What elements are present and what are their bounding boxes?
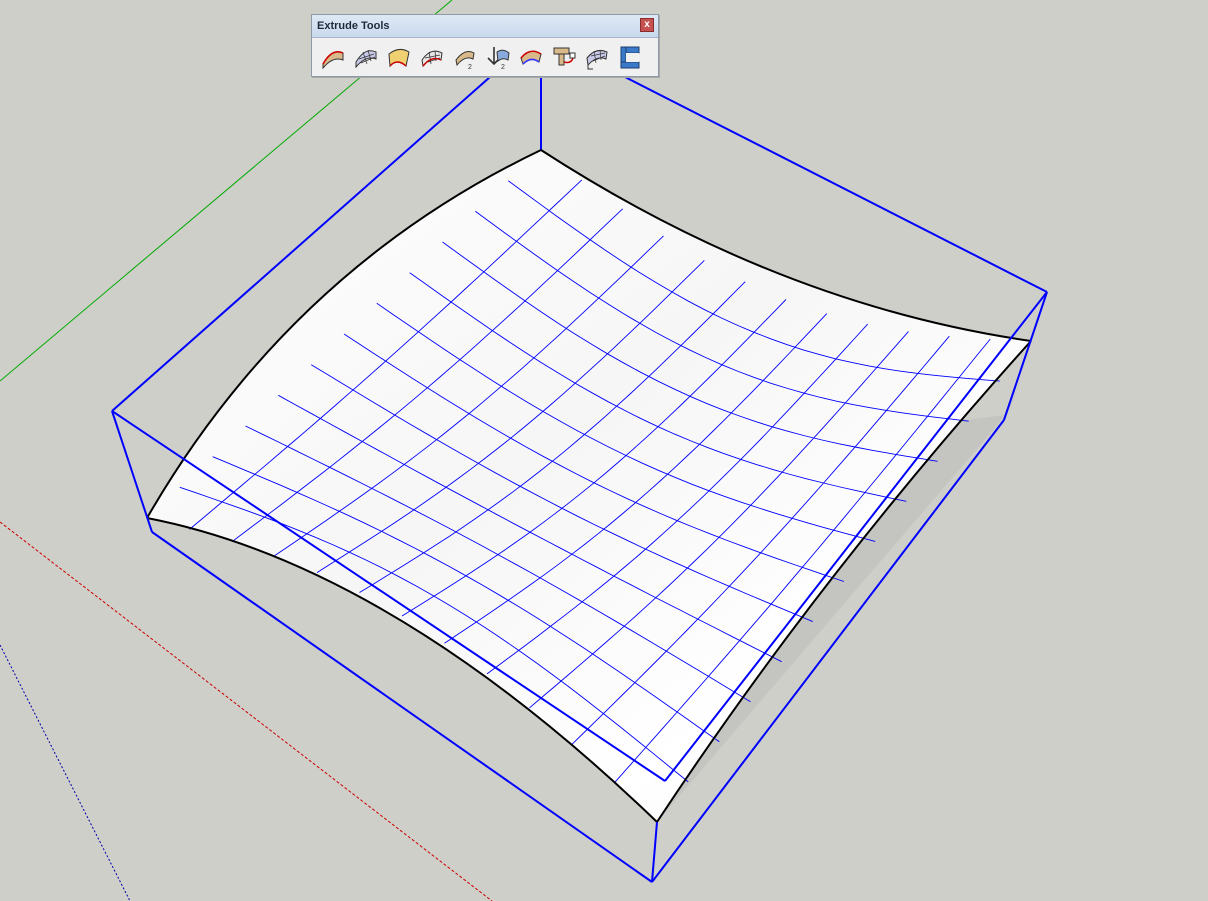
close-button[interactable]: x (640, 18, 654, 32)
extrude-edges-by-rails-to-lattice-button[interactable] (415, 41, 448, 73)
extrude-edges-by-loft-icon (387, 48, 410, 68)
extrude-edges-by-rails-lattice-icon (355, 49, 376, 69)
toolbar-title: Extrude Tools (317, 20, 390, 32)
saddle-surface[interactable] (147, 150, 1031, 822)
extrude-edges-by-tubes-button[interactable] (613, 41, 646, 73)
extrude-edges-by-rails-button[interactable] (316, 41, 349, 73)
svg-text:2: 2 (501, 64, 505, 70)
blue-axis (0, 644, 131, 901)
extrude-edges-by-face-icon: 2 (486, 47, 510, 70)
extrude-edges-by-rails-by-lattice-button[interactable] (580, 41, 613, 73)
extrude-edges-by-edges-button[interactable] (514, 41, 547, 73)
extrude-edges-by-loft-button[interactable] (382, 41, 415, 73)
svg-text:2: 2 (468, 64, 472, 70)
toolbar-titlebar[interactable]: Extrude Tools x (312, 15, 658, 38)
extrude-edges-by-tubes-icon (620, 46, 639, 69)
modeling-viewport[interactable] (0, 0, 1208, 901)
extrude-edges-by-vector-to-object-icon (553, 47, 575, 66)
toolbar-icons: 22 (316, 41, 646, 73)
extrude-edges-by-vector-to-object-button[interactable] (547, 41, 580, 73)
extrude-edges-by-rails-lattice-button[interactable] (349, 41, 382, 73)
extrude-edges-by-edges-icon (519, 50, 542, 65)
extrude-edges-by-rails-to-lattice-icon (420, 50, 443, 68)
extrude-edges-by-vector-icon: 2 (454, 51, 475, 70)
extrude-edges-by-rails-by-lattice-icon (585, 49, 608, 70)
extrude-edges-by-vector-button[interactable]: 2 (448, 41, 481, 73)
extrude-tools-toolbar[interactable]: Extrude Tools x 22 (311, 14, 659, 77)
extrude-edges-by-rails-icon (321, 51, 343, 70)
extrude-edges-by-face-button[interactable]: 2 (481, 41, 514, 73)
